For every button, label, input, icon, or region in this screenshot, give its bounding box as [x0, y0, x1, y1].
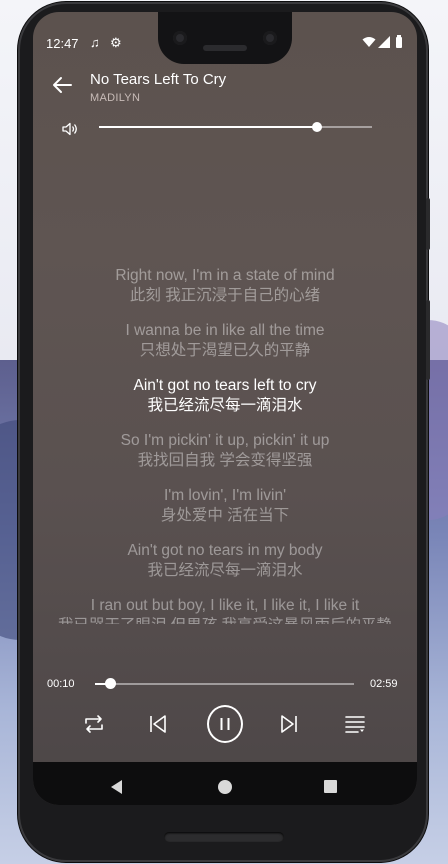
artist-name: MADILYN: [90, 92, 141, 104]
lyric-english: I'm lovin', I'm livin': [163, 487, 287, 504]
lyric-english: I ran out but boy, I like it, I like it,…: [90, 597, 360, 614]
playlist-icon: [345, 716, 365, 733]
lyric-english: I wanna be in like all the time: [125, 322, 325, 339]
repeat-button[interactable]: [76, 706, 112, 742]
battery-icon: [396, 35, 402, 48]
total-duration: 02:59: [370, 678, 398, 690]
lyric-english: Right now, I'm in a state of mind: [115, 267, 335, 284]
lyric-line[interactable]: Ain't got no tears in my body 我已经流尽每一滴泪水: [33, 541, 417, 581]
lyric-english: Ain't got no tears in my body: [127, 542, 323, 559]
back-arrow-icon[interactable]: [51, 74, 73, 96]
lyric-line[interactable]: I'm lovin', I'm livin' 身处爱中 活在当下: [33, 486, 417, 526]
pause-button[interactable]: [207, 705, 243, 743]
lyric-chinese: 我找回自我 学会变得坚强: [137, 452, 313, 469]
song-title: No Tears Left To Cry: [90, 71, 227, 88]
nav-recents-icon[interactable]: [324, 780, 337, 793]
lyric-line[interactable]: So I'm pickin' it up, pickin' it up 我找回自…: [33, 431, 417, 471]
elapsed-time: 00:10: [47, 678, 75, 690]
volume-icon[interactable]: [62, 122, 80, 136]
phone-screen: 12:47 ♫ ⚙ No Tears Left To Cry MADILYN R…: [33, 12, 417, 805]
lyric-chinese: 只想处于渴望已久的平静: [139, 342, 311, 359]
front-camera-left: [173, 31, 187, 45]
lyric-line[interactable]: I ran out but boy, I like it, I like it,…: [33, 596, 417, 624]
playlist-button[interactable]: [337, 706, 373, 742]
lyric-chinese: 身处爱中 活在当下: [160, 507, 290, 524]
next-button[interactable]: [271, 706, 307, 742]
volume-slider[interactable]: [99, 122, 372, 132]
pause-icon: [207, 705, 243, 743]
lyric-line[interactable]: I wanna be in like all the time 只想处于渴望已久…: [33, 321, 417, 361]
lyric-english: Ain't got no tears left to cry: [133, 377, 317, 394]
volume-slider-thumb[interactable]: [312, 122, 323, 132]
skip-next-icon: [281, 715, 297, 733]
lyrics-panel[interactable]: Right now, I'm in a state of mind 此刻 我正沉…: [33, 262, 417, 624]
signal-icon: [378, 36, 390, 48]
power-button: [426, 198, 430, 250]
previous-button[interactable]: [140, 706, 176, 742]
nav-back-icon[interactable]: [111, 780, 122, 794]
lyric-chinese: 我已经流尽每一滴泪水: [147, 397, 303, 414]
lyric-chinese: 此刻 我正沉浸于自己的心绪: [129, 287, 321, 304]
seek-bar-thumb[interactable]: [104, 678, 116, 689]
lyric-line-current[interactable]: Ain't got no tears left to cry 我已经流尽每一滴泪…: [33, 376, 417, 416]
lyric-chinese: 我已经流尽每一滴泪水: [147, 562, 303, 579]
bottom-speaker: [164, 832, 284, 842]
system-navigation-bar: [33, 762, 417, 805]
lyric-english: So I'm pickin' it up, pickin' it up: [120, 432, 330, 449]
skip-previous-icon: [150, 715, 166, 733]
volume-slider-fill: [99, 126, 318, 128]
lyric-chinese: 我已哭干了眼泪 但男孩 我享受这暴风雨后的平静: [33, 616, 417, 624]
volume-rocker: [426, 300, 430, 380]
earpiece-speaker: [203, 45, 247, 51]
settings-icon: ⚙: [110, 35, 122, 50]
nav-home-icon[interactable]: [218, 780, 232, 794]
camera-notch: [158, 12, 292, 64]
front-camera-right: [263, 31, 277, 45]
lyric-line[interactable]: Right now, I'm in a state of mind 此刻 我正沉…: [33, 266, 417, 306]
seek-bar[interactable]: [95, 678, 354, 689]
wifi-icon: [362, 37, 376, 47]
status-time: 12:47: [46, 36, 79, 51]
music-note-icon: ♫: [90, 35, 100, 50]
repeat-icon: [85, 715, 103, 733]
